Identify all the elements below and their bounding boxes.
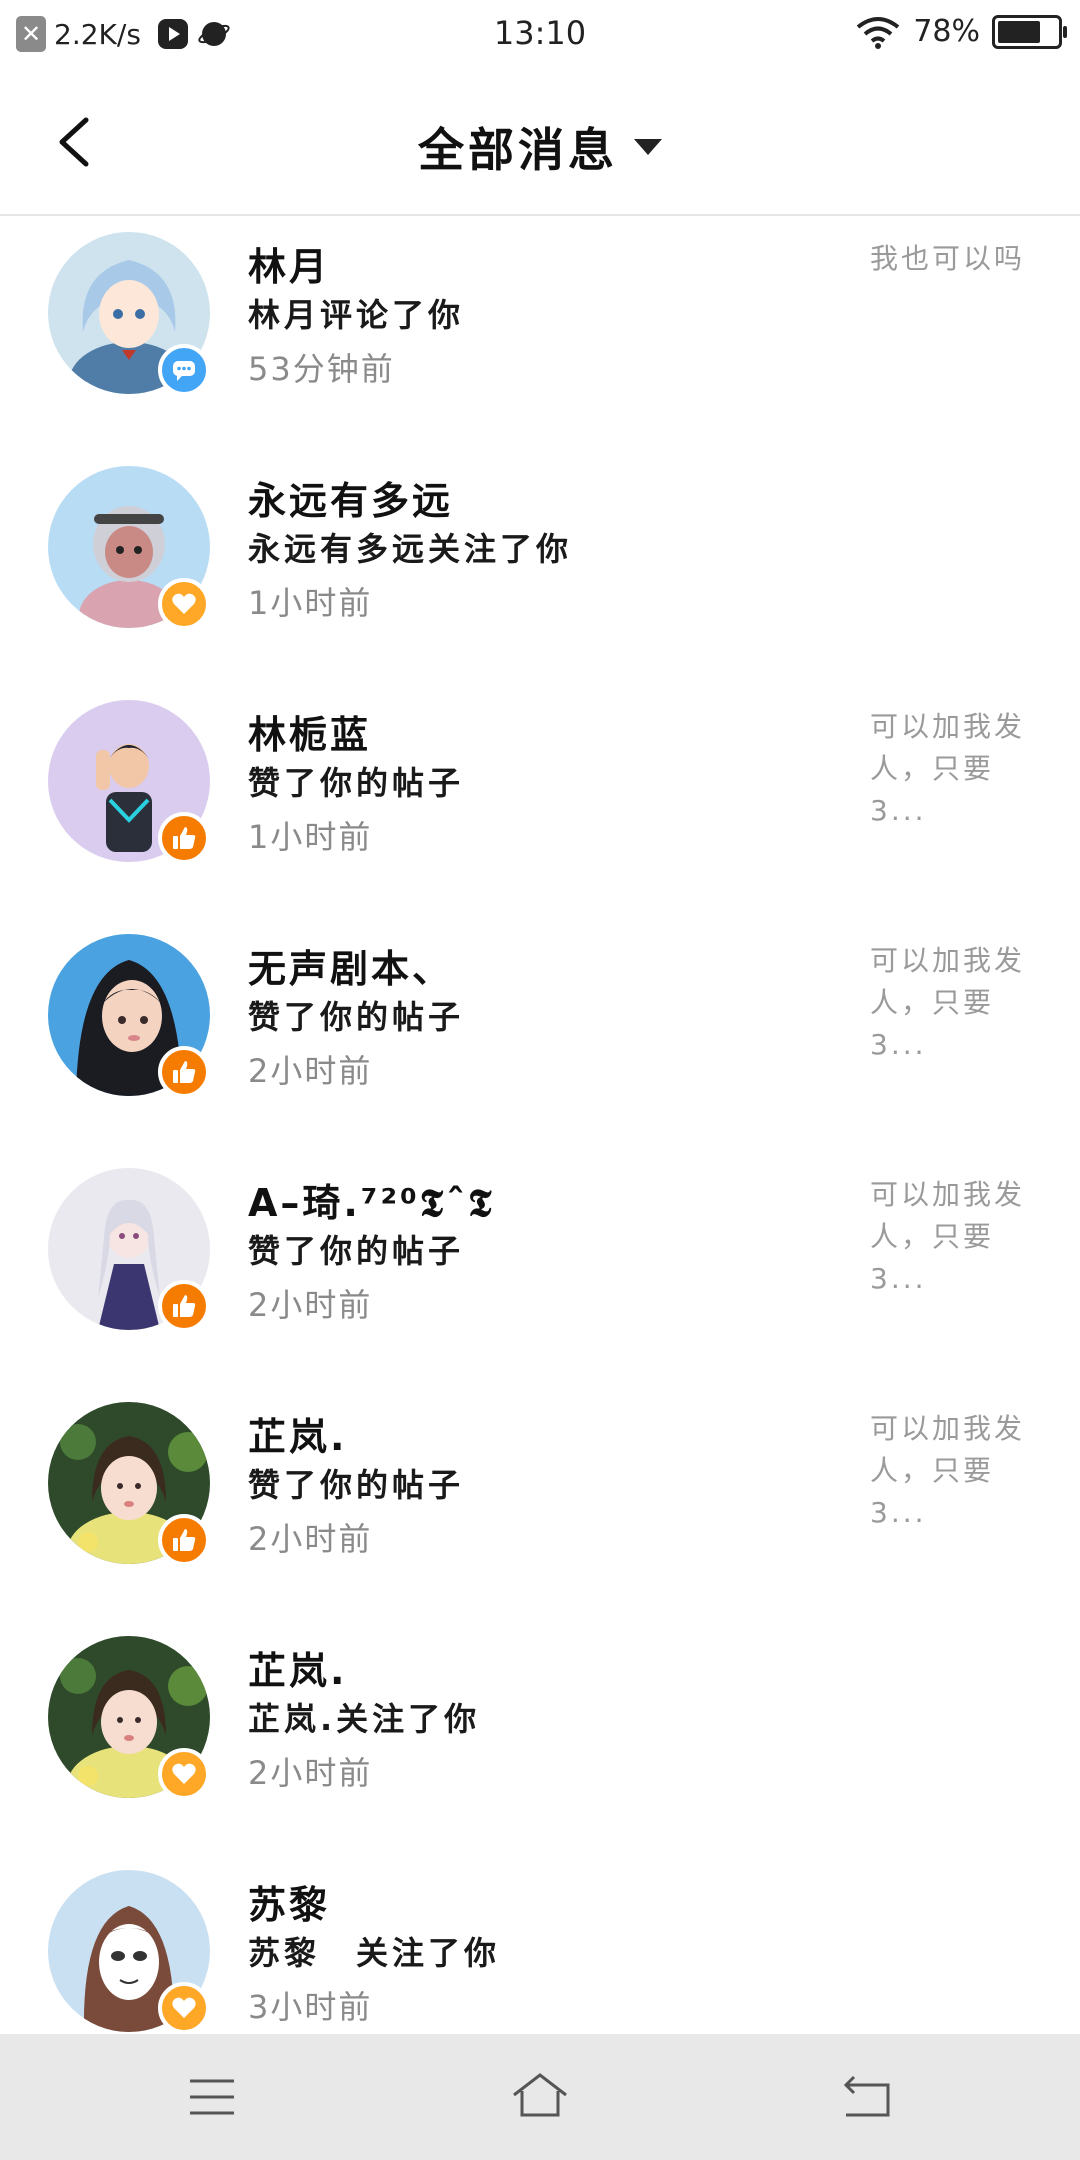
caret-down-icon — [634, 139, 662, 155]
title-dropdown[interactable]: 全部消息 — [0, 114, 1080, 180]
thumbs-up-icon — [173, 827, 196, 849]
navigation-bar — [0, 2034, 1080, 2160]
nav-menu-button[interactable] — [172, 2064, 252, 2130]
thumbs-up-icon-badge — [158, 1046, 210, 1098]
message-time: 1小时前 — [248, 818, 373, 856]
thumbs-up-icon-badge — [158, 1280, 210, 1332]
thumbs-up-icon-badge — [158, 1514, 210, 1566]
thumbs-up-icon — [173, 1529, 196, 1551]
sender-name: 苏黎 — [248, 1883, 331, 1927]
header: 全部消息 — [0, 72, 1080, 216]
message-time: 2小时前 — [248, 1052, 373, 1090]
message-item[interactable]: 芷岚. 芷岚.关注了你 2小时前 — [0, 1620, 1080, 1854]
message-time: 2小时前 — [248, 1286, 373, 1324]
sender-name: 芷岚. — [248, 1649, 348, 1693]
message-item[interactable]: 林栀蓝赞了你的帖子 1小时前 可以加我发人，只要3... — [0, 684, 1080, 918]
thumbs-up-icon-badge — [158, 812, 210, 864]
message-action: 赞了你的帖子 — [248, 1232, 465, 1270]
message-action: 林月评论了你 — [248, 296, 465, 334]
battery-icon — [992, 14, 1067, 49]
message-item[interactable]: 无声剧本、赞了你的帖子 2小时前 可以加我发人，只要3... — [0, 918, 1080, 1152]
message-action: 赞了你的帖子 — [248, 764, 465, 802]
battery-level — [998, 20, 1040, 43]
battery-percent: 78% — [913, 14, 980, 49]
sender-name: 永远有多远 — [248, 479, 454, 523]
message-action: 芷岚.关注了你 — [248, 1700, 481, 1738]
thumbs-up-icon — [173, 1295, 196, 1317]
message-item[interactable]: 永远有多远永远有多远关注了你 1小时前 — [0, 450, 1080, 684]
message-action: 赞了你的帖子 — [248, 998, 465, 1036]
menu-icon — [190, 2079, 234, 2115]
message-action: 永远有多远关注了你 — [248, 530, 573, 568]
heart-icon-badge — [158, 1748, 210, 1800]
post-preview: 我也可以吗 — [870, 242, 1026, 275]
sender-name: 无声剧本、 — [248, 947, 454, 991]
heart-icon — [172, 593, 196, 614]
comment-icon — [173, 361, 195, 381]
message-time: 1小时前 — [248, 584, 373, 622]
sender-name: 林栀蓝 — [248, 713, 372, 757]
nav-back-button[interactable] — [828, 2064, 908, 2130]
message-time: 53分钟前 — [248, 350, 395, 388]
post-preview: 可以加我发人，只要3... — [870, 1412, 1026, 1529]
message-action: 苏黎 关注了你 — [248, 1934, 501, 1972]
sender-name: 林月 — [248, 245, 331, 289]
message-action: 赞了你的帖子 — [248, 1466, 465, 1504]
message-item[interactable]: 林月林月评论了你 53分钟前 我也可以吗 — [0, 216, 1080, 450]
heart-icon — [172, 1763, 196, 1784]
heart-icon-badge — [158, 1982, 210, 2034]
heart-icon — [172, 1997, 196, 2018]
wifi-icon — [857, 16, 900, 49]
back-icon — [843, 2075, 890, 2117]
comment-icon-badge — [158, 344, 210, 396]
status-bar: ✕ 2.2K/s 13:10 78% — [0, 0, 1080, 72]
sender-name: A–琦.⁷²⁰𝕿ˆ𝕿 — [248, 1181, 495, 1225]
message-time: 3小时前 — [248, 1988, 373, 2026]
post-preview: 可以加我发人，只要3... — [870, 710, 1026, 827]
message-item[interactable]: A–琦.⁷²⁰𝕿ˆ𝕿 赞了你的帖子 2小时前 可以加我发人，只要3... — [0, 1152, 1080, 1386]
home-icon — [513, 2073, 567, 2117]
thumbs-up-icon — [173, 1061, 196, 1083]
message-time: 2小时前 — [248, 1520, 373, 1558]
page-title: 全部消息 — [418, 123, 618, 177]
heart-icon-badge — [158, 578, 210, 630]
message-item[interactable]: 芷岚. 赞了你的帖子 2小时前 可以加我发人，只要3... — [0, 1386, 1080, 1620]
post-preview: 可以加我发人，只要3... — [870, 944, 1026, 1061]
post-preview: 可以加我发人，只要3... — [870, 1178, 1026, 1295]
message-time: 2小时前 — [248, 1754, 373, 1792]
nav-home-button[interactable] — [500, 2064, 580, 2130]
sender-name: 芷岚. — [248, 1415, 348, 1459]
status-right: 78% — [855, 14, 1067, 49]
